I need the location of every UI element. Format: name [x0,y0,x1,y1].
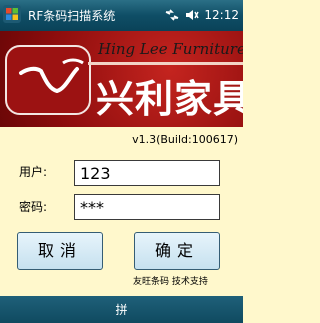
version-label: v1.3(Build:100617) [132,133,238,146]
ok-button[interactable]: 确定 [134,232,220,270]
user-label: 用户: [19,165,48,179]
title-bar: RF条码扫描系统 12:12 [0,0,243,31]
status-area: 12:12 [164,5,239,25]
user-input[interactable]: 123 [74,160,220,186]
clock[interactable]: 12:12 [204,8,239,22]
cancel-button[interactable]: 取消 [17,232,103,270]
support-credit: 友旺条码 技术支持 [133,277,208,287]
menu-bar: 拼 [0,296,243,323]
input-method-button[interactable]: 拼 [0,301,243,318]
password-label: 密码: [19,200,48,214]
company-banner: Hing Lee Furniture 兴利家具 [0,31,243,127]
password-input[interactable]: *** [74,194,220,220]
app-title: RF条码扫描系统 [28,9,116,23]
windows-start-icon[interactable] [3,5,21,23]
network-icon[interactable] [164,7,180,23]
brand-chinese: 兴利家具 [96,77,243,121]
volume-icon[interactable] [184,7,200,23]
brand-english: Hing Lee Furniture [98,40,243,58]
company-logo-icon [5,45,91,115]
divider [88,62,243,65]
